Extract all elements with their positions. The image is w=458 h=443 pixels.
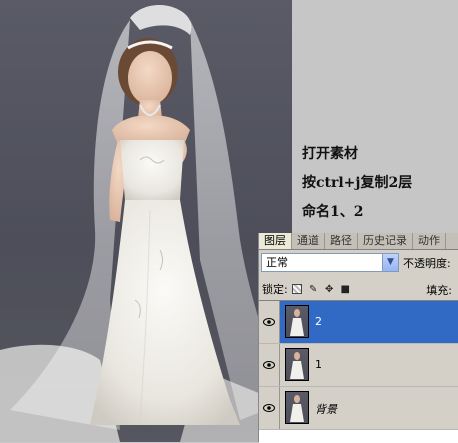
bride-photo <box>0 0 292 442</box>
layers-list: 2 1 背景 <box>259 300 458 443</box>
fill-label: 填充: <box>426 284 452 297</box>
tab-layers[interactable]: 图层 <box>259 233 292 249</box>
instruction-line-2: 按ctrl+j复制2层 <box>302 175 413 191</box>
layers-panel: 图层 通道 路径 历史记录 动作 正常 ▼ 不透明度: 锁定: ✎ ✥ ■ 填充… <box>258 233 458 443</box>
instruction-line-3: 命名1、2 <box>302 204 364 220</box>
layer-name[interactable]: 2 <box>315 315 322 328</box>
blend-mode-value: 正常 <box>266 256 288 269</box>
blend-row: 正常 ▼ 不透明度: <box>261 253 458 275</box>
layer-thumbnail <box>285 305 309 338</box>
layer-row-background[interactable]: 背景 <box>259 387 458 430</box>
visibility-eye-icon[interactable] <box>259 301 280 343</box>
layer-row-2[interactable]: 2 <box>259 301 458 344</box>
layer-thumbnail <box>285 391 309 424</box>
lock-brush-icon[interactable]: ✎ <box>307 283 320 296</box>
lock-label: 锁定: <box>262 283 288 296</box>
instruction-text: 打开素材 按ctrl+j复制2层 命名1、2 <box>302 140 452 227</box>
opacity-label: 不透明度: <box>403 257 451 270</box>
instruction-line-1: 打开素材 <box>302 146 358 162</box>
lock-all-icon[interactable]: ■ <box>339 283 352 296</box>
chevron-down-icon[interactable]: ▼ <box>382 254 398 271</box>
tab-actions[interactable]: 动作 <box>413 233 446 249</box>
lock-transparency-icon[interactable] <box>291 283 304 296</box>
layer-name[interactable]: 背景 <box>315 401 337 417</box>
tab-history[interactable]: 历史记录 <box>358 233 413 249</box>
tab-channels[interactable]: 通道 <box>292 233 325 249</box>
panel-tabs: 图层 通道 路径 历史记录 动作 <box>259 233 458 250</box>
layer-row-1[interactable]: 1 <box>259 344 458 387</box>
tab-paths[interactable]: 路径 <box>325 233 358 249</box>
layer-thumbnail <box>285 348 309 381</box>
lock-row: 锁定: ✎ ✥ ■ 填充: <box>262 281 458 297</box>
visibility-eye-icon[interactable] <box>259 387 280 429</box>
lock-move-icon[interactable]: ✥ <box>323 283 336 296</box>
layer-name[interactable]: 1 <box>315 358 322 371</box>
blend-mode-select[interactable]: 正常 ▼ <box>261 253 399 272</box>
visibility-eye-icon[interactable] <box>259 344 280 386</box>
bride-illustration <box>0 5 292 442</box>
